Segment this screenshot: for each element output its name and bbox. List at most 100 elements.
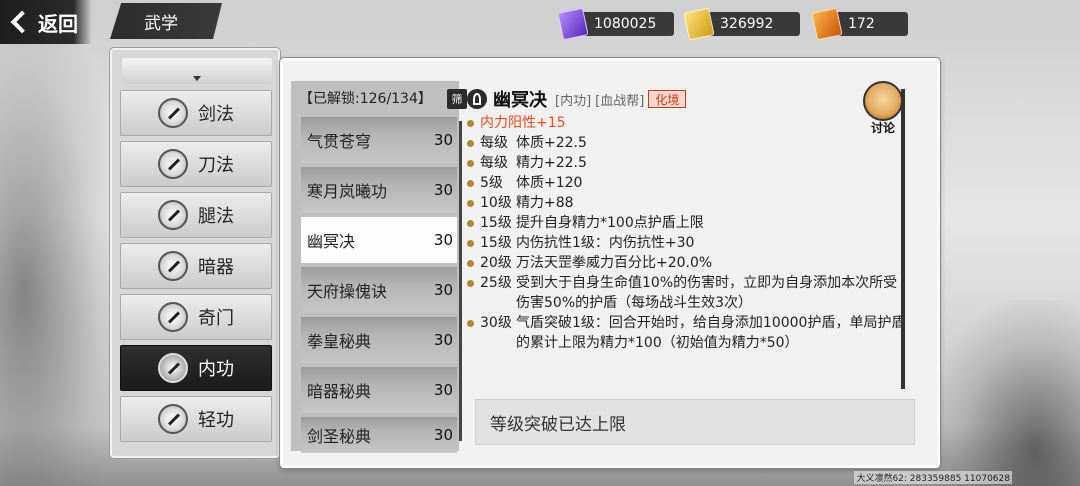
skill-title-row: 幽冥决 [内功] [血战帮] 化境 bbox=[467, 87, 907, 111]
effect-item: 每级 体质+22.5 bbox=[467, 133, 907, 153]
meditation-icon bbox=[467, 89, 487, 109]
category-lightness[interactable]: 轻功 bbox=[120, 396, 272, 442]
filter-button[interactable]: 筛 bbox=[447, 89, 467, 109]
currency-gold[interactable]: 326992 bbox=[683, 7, 800, 41]
effect-item: 10级 精力+88 bbox=[467, 193, 907, 213]
category-label: 刀法 bbox=[198, 155, 234, 176]
skill-list-scrollbar[interactable] bbox=[459, 121, 462, 441]
orange-token-icon bbox=[811, 7, 843, 41]
kick-icon bbox=[158, 200, 188, 230]
effect-item: 15级 提升自身精力*100点护盾上限 bbox=[467, 213, 907, 233]
category-blade[interactable]: 刀法 bbox=[120, 141, 272, 187]
effect-text: 内力阳性+15 bbox=[480, 115, 566, 131]
effect-level: 15级 bbox=[480, 215, 512, 231]
unlock-count: 【已解锁:126/134】 bbox=[299, 91, 432, 107]
skill-type-tag: [内功] bbox=[555, 93, 592, 109]
category-inner-power[interactable]: 内功 bbox=[120, 345, 272, 391]
back-button[interactable]: 返回 bbox=[0, 0, 92, 44]
breakthrough-status: 等级突破已达上限 bbox=[475, 399, 915, 445]
skill-row[interactable]: 天府操傀诀 30 bbox=[301, 267, 457, 313]
effect-text: 精力+88 bbox=[516, 195, 574, 211]
category-label: 奇门 bbox=[198, 308, 234, 329]
effect-level: 30级 bbox=[480, 315, 512, 331]
effect-text: 万法天罡拳威力百分比+20.0% bbox=[516, 255, 713, 271]
currency-amount: 1080025 bbox=[594, 16, 657, 32]
effect-item: 30级 气盾突破1级：回合开始时，给自身添加10000护盾，单局护盾的累计上限为… bbox=[467, 313, 907, 353]
category-label: 内功 bbox=[198, 359, 234, 380]
effect-level: 20级 bbox=[480, 255, 512, 271]
skill-row-name: 幽冥决 bbox=[307, 232, 356, 251]
skill-row[interactable]: 气贯苍穹 30 bbox=[301, 117, 457, 163]
category-menu: 剑法 刀法 腿法 暗器 奇门 内功 轻功 bbox=[110, 48, 280, 458]
skill-row-name: 天府操傀诀 bbox=[307, 282, 388, 301]
bullet-icon bbox=[467, 260, 474, 267]
bullet-icon bbox=[467, 120, 474, 127]
bullet-icon bbox=[467, 220, 474, 227]
skill-row-level: 30 bbox=[433, 331, 453, 349]
bullet-icon bbox=[467, 160, 474, 167]
gold-ticket-icon bbox=[683, 7, 715, 41]
effect-list: 内力阳性+15 每级 体质+22.5 每级 精力+22.5 5级 体质+120 … bbox=[467, 113, 907, 353]
player-id: 大义凛然62: 283359885 11070628 bbox=[854, 471, 1012, 484]
skill-row-level: 30 bbox=[433, 181, 453, 199]
skill-row-name: 拳皇秘典 bbox=[307, 332, 372, 351]
skill-detail: 幽冥决 [内功] [血战帮] 化境 内力阳性+15 每级 体质+22.5 每级 … bbox=[467, 87, 907, 353]
currency-purple[interactable]: 1080025 bbox=[557, 7, 674, 41]
skill-row[interactable]: 暗器秘典 30 bbox=[301, 367, 457, 413]
effect-text: 提升自身精力*100点护盾上限 bbox=[516, 215, 704, 231]
category-sword[interactable]: 剑法 bbox=[120, 90, 272, 136]
effect-item: 25级 受到大于自身生命值10%的伤害时，立即为自身添加本次所受伤害50%的护盾… bbox=[467, 273, 907, 313]
effect-text: 气盾突破1级：回合开始时，给自身添加10000护盾，单局护盾的累计上限为精力*1… bbox=[516, 315, 906, 351]
bullet-icon bbox=[467, 140, 474, 147]
effect-text: 内伤抗性1级：内伤抗性+30 bbox=[516, 235, 695, 251]
effect-level: 15级 bbox=[480, 235, 512, 251]
skill-faction-tag: [血战帮] bbox=[595, 93, 645, 109]
effect-text: 精力+22.5 bbox=[516, 155, 587, 171]
skill-row-name: 暗器秘典 bbox=[307, 382, 372, 401]
discuss-button[interactable]: 讨论 bbox=[861, 81, 905, 135]
skill-row[interactable]: 寒月岚曦功 30 bbox=[301, 167, 457, 213]
ink-wash-left bbox=[0, 0, 120, 486]
shuriken-icon bbox=[158, 251, 188, 281]
discuss-label: 讨论 bbox=[870, 121, 895, 135]
category-hidden-weapon[interactable]: 暗器 bbox=[120, 243, 272, 289]
bullet-icon bbox=[467, 280, 474, 287]
skill-row[interactable]: 剑圣秘典 30 bbox=[301, 417, 457, 453]
bullet-icon bbox=[467, 200, 474, 207]
cat-avatar-icon bbox=[863, 81, 903, 121]
realm-badge: 化境 bbox=[648, 90, 687, 108]
effect-item: 内力阳性+15 bbox=[467, 113, 907, 133]
currency-orange[interactable]: 172 bbox=[811, 7, 908, 41]
effect-level: 10级 bbox=[480, 195, 512, 211]
effect-text: 受到大于自身生命值10%的伤害时，立即为自身添加本次所受伤害50%的护盾（每场战… bbox=[516, 275, 898, 311]
bullet-icon bbox=[467, 240, 474, 247]
category-kick[interactable]: 腿法 bbox=[120, 192, 272, 238]
skill-row-level: 30 bbox=[433, 231, 453, 249]
lightness-icon bbox=[158, 404, 188, 434]
currency-amount: 172 bbox=[848, 16, 875, 32]
chevron-left-icon bbox=[10, 10, 34, 34]
category-label: 剑法 bbox=[198, 104, 234, 125]
staff-icon bbox=[158, 302, 188, 332]
effect-text: 体质+22.5 bbox=[516, 135, 587, 151]
skill-name: 幽冥决 bbox=[493, 90, 547, 111]
category-exotic[interactable]: 奇门 bbox=[120, 294, 272, 340]
currency-amount: 326992 bbox=[720, 16, 774, 32]
sword-icon bbox=[158, 98, 188, 128]
skill-row-name: 寒月岚曦功 bbox=[307, 182, 388, 201]
skill-panel: 【已解锁:126/134】 筛 气贯苍穹 30 寒月岚曦功 30 幽冥决 30 … bbox=[280, 58, 940, 468]
skill-row-selected[interactable]: 幽冥决 30 bbox=[301, 217, 457, 263]
page-title: 武学 bbox=[110, 3, 222, 39]
scroll-up-button[interactable] bbox=[122, 58, 272, 84]
blade-icon bbox=[158, 149, 188, 179]
skill-row-level: 30 bbox=[433, 426, 453, 444]
effect-item: 15级 内伤抗性1级：内伤抗性+30 bbox=[467, 233, 907, 253]
skill-row-level: 30 bbox=[433, 381, 453, 399]
category-label: 腿法 bbox=[198, 206, 234, 227]
meditation-icon bbox=[158, 353, 188, 383]
effect-level: 5级 bbox=[480, 175, 503, 191]
skill-row[interactable]: 拳皇秘典 30 bbox=[301, 317, 457, 363]
category-label: 暗器 bbox=[198, 257, 234, 278]
skill-row-name: 剑圣秘典 bbox=[307, 427, 372, 446]
chevron-down-icon bbox=[193, 76, 201, 81]
